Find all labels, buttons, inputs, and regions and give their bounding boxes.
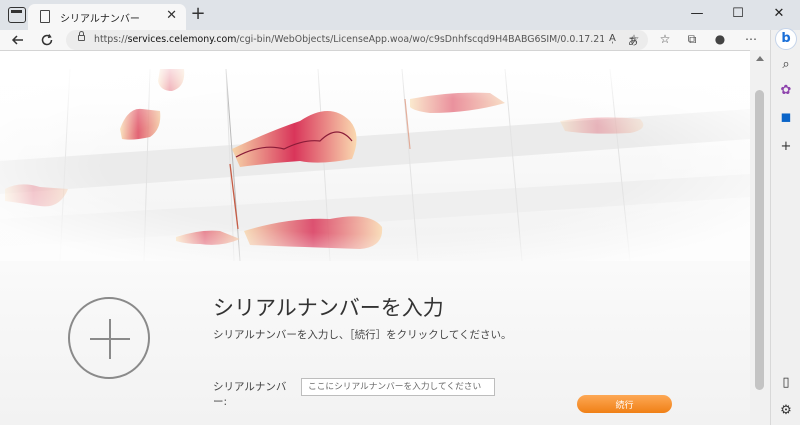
back-arrow-icon[interactable] bbox=[8, 30, 28, 50]
read-aloud-icon[interactable]: A̩ bbox=[609, 33, 616, 44]
more-menu-icon[interactable]: ⋯ bbox=[741, 32, 761, 46]
games-icon[interactable]: ✿ bbox=[777, 82, 795, 100]
add-plus-icon bbox=[68, 297, 150, 379]
scrollbar-thumb[interactable] bbox=[755, 90, 764, 390]
address-bar[interactable]: https://services.celemony.com/cgi-bin/We… bbox=[66, 30, 648, 50]
scroll-up-icon[interactable] bbox=[756, 56, 764, 61]
new-tab-icon[interactable]: + bbox=[189, 3, 207, 25]
serial-number-input[interactable] bbox=[301, 378, 495, 396]
page-title: シリアルナンバーを入力 bbox=[213, 296, 444, 320]
melodyne-hero-image bbox=[0, 68, 750, 262]
lock-icon[interactable] bbox=[78, 31, 85, 41]
tab-close-icon[interactable]: ✕ bbox=[166, 8, 177, 24]
maximize-icon[interactable]: ☐ bbox=[723, 3, 753, 25]
tab-strip: シリアルナンバー ✕ + — ☐ ✕ bbox=[0, 0, 800, 30]
url-text[interactable]: https://services.celemony.com/cgi-bin/We… bbox=[94, 34, 604, 45]
sidebar-layout-icon[interactable]: ▯ bbox=[777, 374, 795, 392]
page-instructions: シリアルナンバーを入力し、［続行］をクリックしてください。 bbox=[213, 329, 512, 341]
search-icon[interactable]: ⌕ bbox=[777, 56, 795, 74]
browser-window: シリアルナンバー ✕ + — ☐ ✕ https://services.cele… bbox=[0, 0, 800, 425]
refresh-icon[interactable] bbox=[37, 30, 57, 50]
page-icon bbox=[40, 10, 50, 23]
collections-icon[interactable]: ⧉ bbox=[682, 32, 702, 47]
outlook-icon[interactable]: ◼ bbox=[777, 109, 795, 127]
settings-icon[interactable]: ⚙ bbox=[777, 402, 795, 420]
tab-actions-icon[interactable] bbox=[8, 7, 26, 23]
edge-sidebar: b ⌕ ✿ ◼ + ▯ ⚙ bbox=[770, 28, 800, 425]
minimize-icon[interactable]: — bbox=[682, 3, 712, 25]
favorite-add-icon[interactable]: ☆ bbox=[624, 32, 644, 46]
favorites-icon[interactable]: ☆ bbox=[655, 32, 675, 46]
profile-icon[interactable]: ● bbox=[710, 32, 730, 46]
page-viewport: シリアルナンバーを入力 シリアルナンバーを入力し、［続行］をクリックしてください… bbox=[0, 50, 750, 425]
add-sidebar-app-icon[interactable]: + bbox=[777, 138, 795, 156]
serial-number-label: シリアルナンバー: bbox=[213, 381, 287, 408]
browser-toolbar: https://services.celemony.com/cgi-bin/We… bbox=[0, 30, 800, 50]
continue-button[interactable]: 続行 bbox=[577, 395, 672, 413]
tab-serial-number[interactable]: シリアルナンバー ✕ bbox=[28, 4, 186, 30]
bing-chat-icon[interactable]: b bbox=[775, 28, 797, 50]
tab-title: シリアルナンバー bbox=[60, 14, 140, 25]
page-scrollbar[interactable] bbox=[750, 50, 770, 425]
serial-entry-section: シリアルナンバーを入力 シリアルナンバーを入力し、［続行］をクリックしてください… bbox=[0, 261, 750, 425]
close-window-icon[interactable]: ✕ bbox=[764, 3, 794, 25]
